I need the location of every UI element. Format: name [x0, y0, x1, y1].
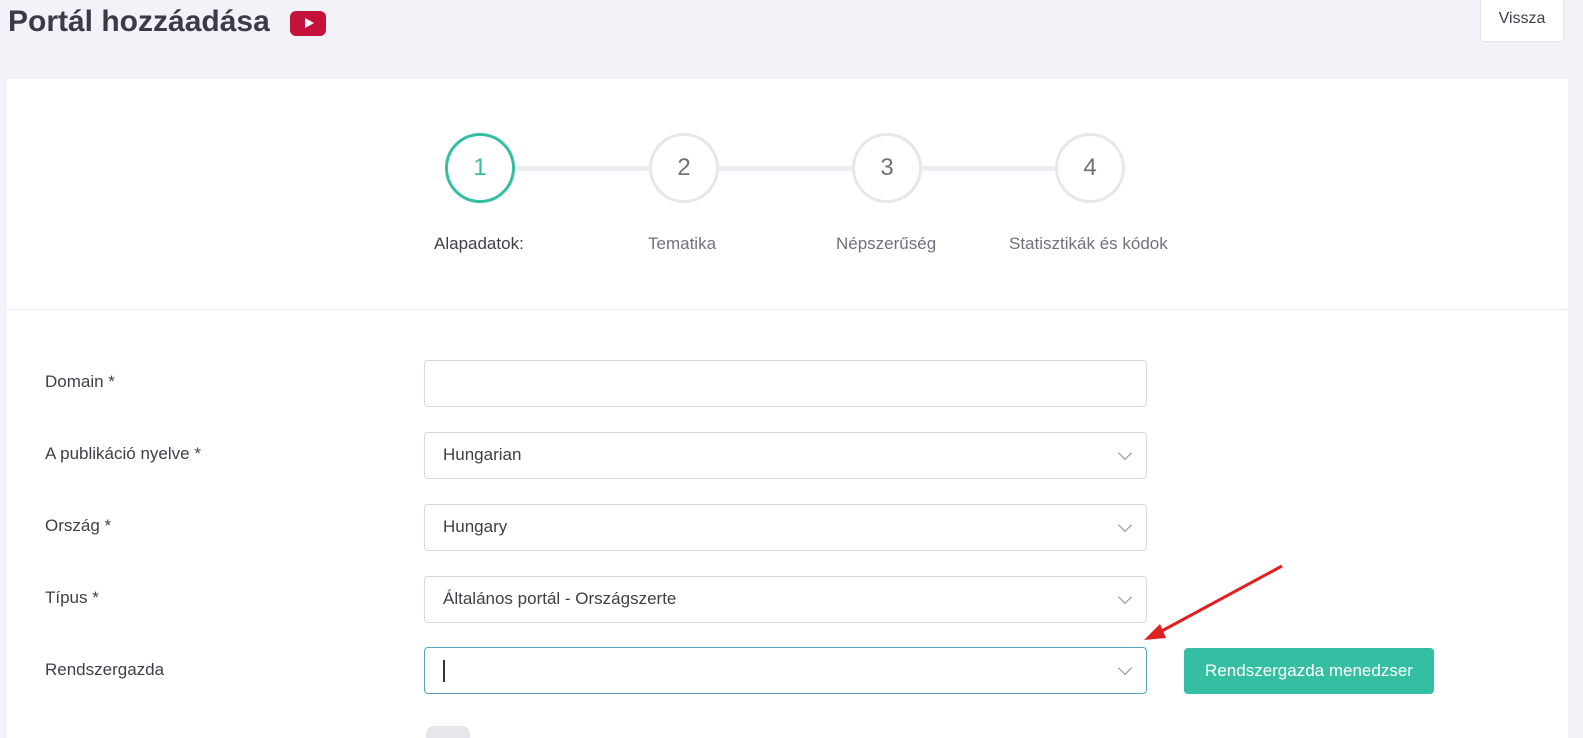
- language-label: A publikáció nyelve *: [45, 444, 201, 463]
- step-2-circle[interactable]: 2: [649, 133, 719, 203]
- domain-input[interactable]: [424, 360, 1147, 407]
- step-4-circle[interactable]: 4: [1055, 133, 1125, 203]
- domain-label: Domain *: [45, 372, 115, 391]
- form-card: 1 2 3 4 Alapadatok: Tematika Népszerűség…: [7, 79, 1568, 738]
- chevron-down-icon: [1117, 445, 1133, 461]
- chevron-down-icon: [1117, 660, 1133, 676]
- wizard-steps: 1 2 3 4 Alapadatok: Tematika Népszerűség…: [7, 79, 1568, 310]
- chevron-down-icon: [1117, 589, 1133, 605]
- page-title: Portál hozzáadása: [8, 5, 270, 38]
- step-connector: [719, 166, 859, 171]
- type-label: Típus *: [45, 588, 99, 607]
- admin-label: Rendszergazda: [45, 660, 165, 679]
- step-3-label: Népszerűség: [836, 234, 937, 253]
- country-select[interactable]: Hungary: [424, 504, 1147, 551]
- step-connector: [922, 166, 1062, 171]
- back-button[interactable]: Vissza: [1480, 0, 1564, 42]
- step-2-label: Tematika: [648, 234, 717, 253]
- step-3-circle[interactable]: 3: [852, 133, 922, 203]
- language-value: Hungarian: [443, 445, 522, 464]
- type-value: Általános portál - Országszerte: [443, 589, 677, 608]
- step-1-label: Alapadatok:: [434, 234, 524, 253]
- toggle-switch[interactable]: [426, 726, 470, 738]
- admin-select[interactable]: [424, 647, 1147, 694]
- type-select[interactable]: Általános portál - Országszerte: [424, 576, 1147, 623]
- language-select[interactable]: Hungarian: [424, 432, 1147, 479]
- step-4-label: Statisztikák és kódok: [1009, 234, 1168, 253]
- step-connector: [515, 166, 655, 171]
- step-1-circle[interactable]: 1: [445, 133, 515, 203]
- country-label: Ország *: [45, 516, 112, 535]
- admin-manager-button[interactable]: Rendszergazda menedzser: [1184, 648, 1434, 694]
- youtube-icon: [290, 11, 326, 36]
- text-caret: [443, 660, 445, 682]
- country-value: Hungary: [443, 517, 508, 536]
- chevron-down-icon: [1117, 517, 1133, 533]
